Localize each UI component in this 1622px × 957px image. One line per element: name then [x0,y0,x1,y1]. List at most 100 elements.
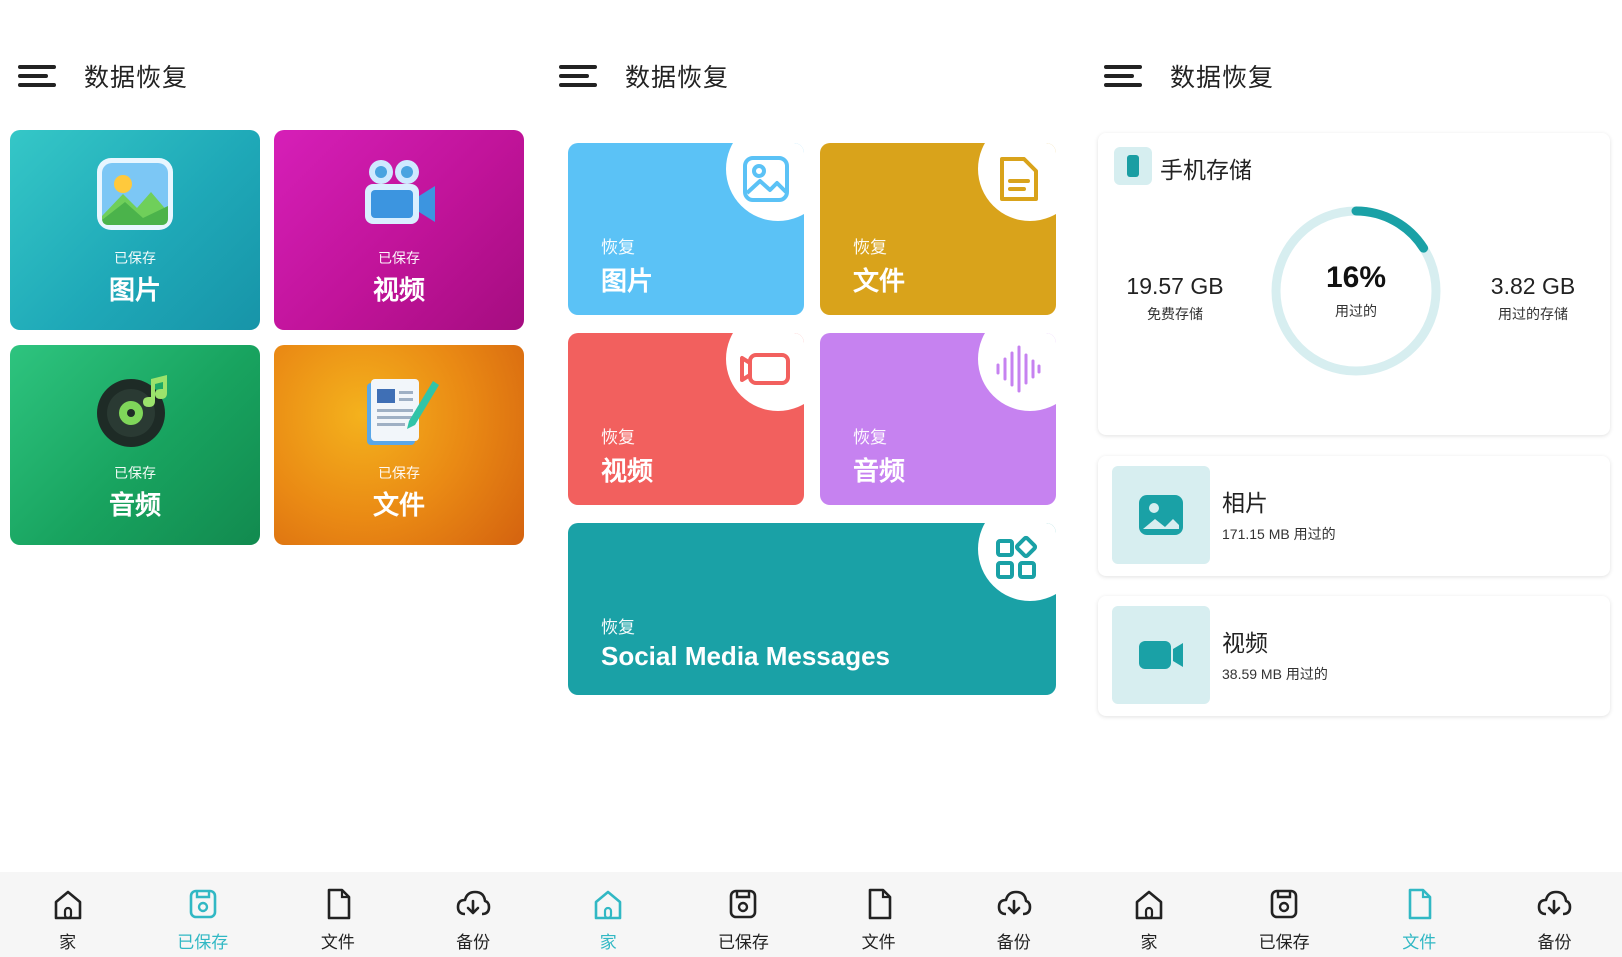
tile-big-label: 图片 [108,275,161,305]
saved-icon [189,889,217,919]
saved-audio-tile[interactable]: 已保存 音频 [10,345,260,545]
document-icon [367,379,439,445]
tile-small-label: 恢复 [853,238,887,257]
photos-usage-card[interactable]: 相片 171.15 MB 用过的 [1098,456,1610,576]
used-storage-value: 3.82 GB [1490,273,1576,299]
cloud-download-icon [997,890,1032,916]
cloud-download-icon [456,890,491,916]
saved-icon [730,889,757,919]
apps-grid-icon [996,535,1038,579]
used-storage-label: 用过的存储 [1498,306,1568,322]
video-camera-icon [365,160,435,224]
tile-big-label: Social Media Messages [601,641,891,671]
nav-label: 家 [1140,933,1158,952]
media-size: 171.15 MB 用过的 [1222,526,1336,542]
tile-small-label: 已保存 [378,250,420,266]
phone-storage-card[interactable]: 手机存储 19.57 GB 免费存储 16% 用过的 3.82 GB 用过的存储 [1098,133,1610,435]
nav-home[interactable]: 家 [541,872,676,957]
recover-photos-tile[interactable]: 恢复 图片 [568,143,804,315]
home-icon [54,890,81,920]
app-header: 数据恢复 [559,56,729,96]
recover-videos-tile[interactable]: 恢复 视频 [568,333,804,505]
nav-label: 文件 [320,933,355,952]
nav-files[interactable]: 文件 [270,872,405,957]
nav-label: 已保存 [177,933,229,952]
bottom-navigation: 家 已保存 文件 备份 家 已保存 文件 备份 家 已保存 文件 备份 [0,872,1622,957]
nav-label: 备份 [1537,933,1572,952]
photo-icon [97,158,173,230]
image-icon [743,156,789,202]
tile-small-label: 已保存 [114,465,156,481]
usage-percent: 16% [1325,261,1387,294]
saved-videos-tile[interactable]: 已保存 视频 [274,130,524,330]
file-icon [868,888,891,920]
storage-title: 手机存储 [1160,157,1252,183]
tile-big-label: 音频 [853,456,906,486]
media-thumb [1112,466,1210,564]
media-thumb [1112,606,1210,704]
nav-home[interactable]: 家 [0,872,135,957]
home-icon [1135,890,1163,920]
free-storage-value: 19.57 GB [1126,273,1224,299]
nav-saved[interactable]: 已保存 [1217,872,1352,957]
media-name: 相片 [1222,490,1268,516]
tile-big-label: 视频 [601,456,654,486]
used-storage-stat: 3.82 GB 用过的存储 [1468,273,1598,324]
file-icon [327,888,351,920]
home-icon [594,890,622,920]
saved-photos-tile[interactable]: 已保存 图片 [10,130,260,330]
tile-big-label: 音频 [108,490,161,520]
nav-label: 备份 [456,933,491,952]
nav-label: 家 [599,933,617,952]
nav-saved[interactable]: 已保存 [135,872,270,957]
nav-home[interactable]: 家 [1081,872,1216,957]
saved-icon [1270,889,1298,919]
nav-files[interactable]: 文件 [1352,872,1487,957]
recover-social-messages-tile[interactable]: 恢复 Social Media Messages [568,523,1056,695]
tile-small-label: 恢复 [601,238,635,257]
tile-small-label: 恢复 [853,428,887,447]
video-icon [740,353,790,385]
menu-icon[interactable] [559,62,597,90]
cloud-download-icon [1538,890,1572,916]
photo-icon [1139,495,1183,535]
nav-backup[interactable]: 备份 [406,872,541,957]
menu-icon[interactable] [1104,62,1142,90]
recover-files-tile[interactable]: 恢复 文件 [820,143,1056,315]
tile-big-label: 视频 [372,275,425,305]
nav-label: 已保存 [1258,933,1310,952]
video-icon [1139,641,1183,669]
nav-saved[interactable]: 已保存 [676,872,811,957]
nav-backup[interactable]: 备份 [1487,872,1622,957]
tile-small-label: 已保存 [378,465,420,481]
tile-big-label: 图片 [601,266,654,296]
nav-backup[interactable]: 备份 [946,872,1081,957]
file-icon [1408,888,1432,920]
saved-files-tile[interactable]: 已保存 文件 [274,345,524,545]
tile-big-label: 文件 [372,490,425,520]
app-title: 数据恢复 [1170,64,1275,92]
tile-small-label: 恢复 [601,428,635,447]
music-disc-icon [97,375,167,447]
recover-audio-tile[interactable]: 恢复 音频 [820,333,1056,505]
menu-icon[interactable] [18,62,56,90]
app-header: 数据恢复 [18,56,188,96]
app-title: 数据恢复 [84,64,189,92]
nav-label: 家 [59,933,77,952]
free-storage-label: 免费存储 [1147,306,1203,322]
free-storage-stat: 19.57 GB 免费存储 [1110,273,1240,324]
usage-percent-block: 16% 用过的 [1266,261,1446,321]
usage-percent-label: 用过的 [1335,303,1377,319]
audio-wave-icon [996,345,1041,393]
media-name: 视频 [1222,630,1268,656]
tile-small-label: 恢复 [601,618,635,637]
nav-label: 已保存 [717,933,769,952]
media-size: 38.59 MB 用过的 [1222,666,1328,682]
nav-files[interactable]: 文件 [811,872,946,957]
videos-usage-card[interactable]: 视频 38.59 MB 用过的 [1098,596,1610,716]
app-header: 数据恢复 [1104,56,1274,96]
nav-label: 文件 [1402,933,1437,952]
nav-label: 文件 [861,933,896,952]
phone-icon [1114,147,1152,185]
tile-big-label: 文件 [853,266,906,296]
